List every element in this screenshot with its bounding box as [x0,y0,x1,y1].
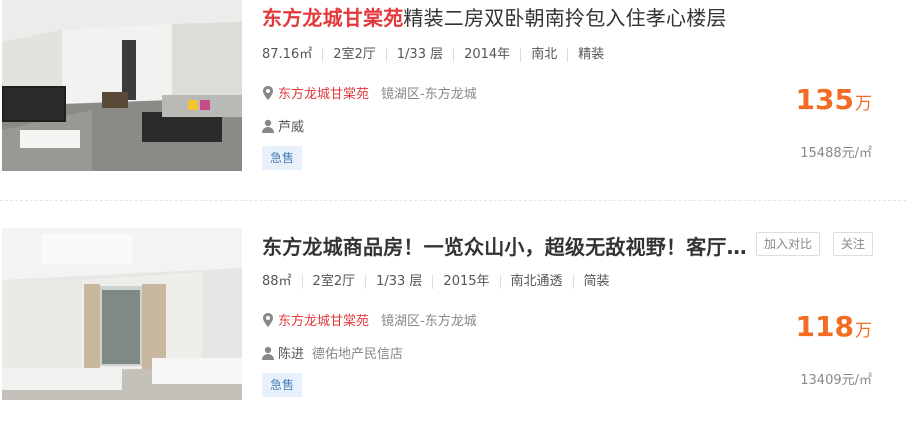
district-label: 镜湖区-东方龙城 [381,87,477,102]
district-label: 镜湖区-东方龙城 [381,314,477,329]
listing-attributes: 87.16㎡ 2室2厅 1/33 层 2014年 南北 精装 [262,48,614,62]
listing-photo[interactable] [2,0,242,171]
title-rest: 精装二房双卧朝南拎包入住孝心楼层 [403,6,727,30]
listing-agent: 陈进 德佑地产民信店 [262,343,403,362]
unit-price: 15488元/㎡ [800,146,872,161]
person-icon [262,119,274,133]
listing-title[interactable]: 东方龙城商品房！一览众山小，超级无敌视野！客厅大阳台 [262,231,752,260]
listing-address: 东方龙城甘棠苑 镜湖区-东方龙城 [262,310,477,329]
listing-title[interactable]: 东方龙城甘棠苑精装二房双卧朝南拎包入住孝心楼层 [262,2,727,31]
attr-year: 2015年 [432,275,499,289]
agent-name: 芦威 [278,120,305,135]
attr-layout: 2室2厅 [301,275,366,289]
follow-button[interactable]: 关注 [833,232,874,256]
listing-divider [0,200,906,201]
attr-orientation: 南北通透 [499,275,573,289]
attr-year: 2014年 [453,48,520,62]
status-badge: 急售 [262,146,303,170]
listing-address: 东方龙城甘棠苑 镜湖区-东方龙城 [262,83,477,102]
listing-attributes: 88㎡ 2室2厅 1/33 层 2015年 南北通透 简装 [262,275,620,289]
attr-floor: 1/33 层 [365,275,432,289]
status-badge: 急售 [262,373,303,397]
total-price: 118万 [796,310,872,343]
attr-orientation: 南北 [520,48,567,62]
living-room-photo [2,0,242,171]
attr-decoration: 简装 [572,275,620,289]
price-unit: 万 [855,321,872,341]
price-unit: 万 [855,94,872,114]
agent-company: 德佑地产民信店 [312,347,404,362]
price-value: 135 [795,83,854,116]
map-pin-icon [263,312,273,327]
bedroom-photo [2,228,242,400]
add-to-compare-button[interactable]: 加入对比 [756,232,821,256]
person-icon [262,346,274,360]
total-price: 135万 [796,83,872,116]
attr-area: 87.16㎡ [262,47,313,62]
community-link[interactable]: 东方龙城甘棠苑 [278,83,369,102]
listing-agent: 芦威 [262,116,304,135]
listing-card[interactable]: 东方龙城商品房！一览众山小，超级无敌视野！客厅大阳台 加入对比 关注 88㎡ 2… [0,226,906,427]
attr-area: 88㎡ [262,274,292,289]
price-value: 118 [795,310,854,343]
map-pin-icon [263,85,273,100]
community-link[interactable]: 东方龙城甘棠苑 [278,310,369,329]
unit-price: 13409元/㎡ [800,373,872,388]
agent-name: 陈进 [278,347,305,362]
attr-decoration: 精装 [567,48,614,62]
attr-layout: 2室2厅 [322,48,386,62]
listing-photo[interactable] [2,228,242,400]
attr-floor: 1/33 层 [385,48,453,62]
title-highlight: 东方龙城甘棠苑 [262,6,404,30]
listing-card[interactable]: 东方龙城甘棠苑精装二房双卧朝南拎包入住孝心楼层 87.16㎡ 2室2厅 1/33… [0,0,906,200]
